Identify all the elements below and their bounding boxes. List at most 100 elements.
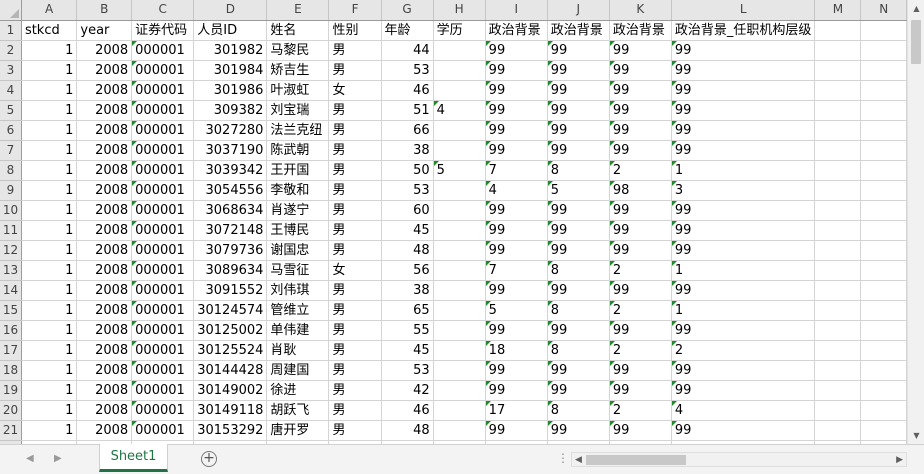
cell[interactable]: 2 <box>609 400 672 421</box>
row-header[interactable]: 19 <box>0 380 22 401</box>
cell[interactable]: 肖遂宁 <box>266 200 330 221</box>
cell[interactable]: 1 <box>21 400 78 421</box>
cell[interactable]: 3027280 <box>193 120 268 141</box>
cell[interactable]: 99 <box>485 200 548 221</box>
cell[interactable]: 99 <box>609 320 672 341</box>
row-header[interactable]: 13 <box>0 260 22 281</box>
cell[interactable]: 30149118 <box>193 400 268 421</box>
cell[interactable]: 99 <box>485 60 548 81</box>
cell[interactable] <box>860 40 907 61</box>
cell[interactable]: 1 <box>21 160 78 181</box>
cell[interactable] <box>860 80 907 101</box>
cell[interactable] <box>814 60 862 81</box>
cell[interactable]: 99 <box>547 420 610 441</box>
cell[interactable]: 98 <box>609 180 672 201</box>
row-header[interactable]: 9 <box>0 180 22 201</box>
cell[interactable] <box>814 100 862 121</box>
cell[interactable] <box>814 380 862 401</box>
cell[interactable]: 男 <box>328 400 382 421</box>
cell[interactable]: 99 <box>609 200 672 221</box>
cell[interactable]: 99 <box>671 280 816 301</box>
cell[interactable]: 4 <box>433 100 486 121</box>
cell[interactable] <box>814 200 862 221</box>
cell[interactable]: 刘宝瑞 <box>266 100 330 121</box>
cell[interactable]: 99 <box>609 100 672 121</box>
cell[interactable] <box>814 360 862 381</box>
header-cell[interactable]: 证券代码 <box>131 20 195 41</box>
cell[interactable]: 53 <box>381 180 434 201</box>
cell[interactable]: 马雪征 <box>266 260 330 281</box>
cell[interactable]: 2008 <box>76 100 133 121</box>
cell[interactable]: 4 <box>485 180 548 201</box>
cell[interactable]: 2 <box>671 340 816 361</box>
cell[interactable]: 42 <box>381 380 434 401</box>
cell[interactable] <box>814 80 862 101</box>
cell[interactable]: 99 <box>485 280 548 301</box>
scroll-down-arrow-icon[interactable]: ▼ <box>908 427 924 444</box>
header-cell[interactable]: 学历 <box>433 20 486 41</box>
cell[interactable]: 50 <box>381 160 434 181</box>
cell[interactable]: 2008 <box>76 400 133 421</box>
cell[interactable]: 99 <box>547 140 610 161</box>
cell[interactable]: 男 <box>328 220 382 241</box>
cell[interactable]: 66 <box>381 120 434 141</box>
row-header[interactable]: 12 <box>0 240 22 261</box>
row-header[interactable]: 5 <box>0 100 22 121</box>
cell[interactable]: 1 <box>21 280 78 301</box>
cell[interactable]: 2008 <box>76 240 133 261</box>
column-header-i[interactable]: I <box>485 0 548 21</box>
cell[interactable]: 44 <box>381 40 434 61</box>
cell[interactable]: 301986 <box>193 80 268 101</box>
cell[interactable]: 38 <box>381 280 434 301</box>
header-cell[interactable]: 年龄 <box>381 20 434 41</box>
cell[interactable]: 30124574 <box>193 300 268 321</box>
cell[interactable]: 1 <box>21 360 78 381</box>
cell[interactable]: 肖耿 <box>266 340 330 361</box>
cell[interactable]: 叶淑虹 <box>266 80 330 101</box>
cell[interactable]: 000001 <box>131 380 195 401</box>
cell[interactable] <box>814 160 862 181</box>
cell[interactable]: 30125524 <box>193 340 268 361</box>
cell[interactable]: 马黎民 <box>266 40 330 61</box>
cell[interactable]: 女 <box>328 260 382 281</box>
cell[interactable] <box>860 60 907 81</box>
cell[interactable]: 7 <box>485 160 548 181</box>
cell[interactable] <box>860 260 907 281</box>
cell[interactable] <box>814 220 862 241</box>
cell[interactable]: 99 <box>609 280 672 301</box>
column-header-g[interactable]: G <box>381 0 434 21</box>
tab-sheet1[interactable]: Sheet1 <box>99 444 168 472</box>
cell[interactable]: 99 <box>671 120 816 141</box>
cell[interactable]: 1 <box>21 220 78 241</box>
cell[interactable]: 徐进 <box>266 380 330 401</box>
cell[interactable]: 99 <box>547 40 610 61</box>
cell[interactable]: 男 <box>328 140 382 161</box>
cell[interactable]: 2008 <box>76 120 133 141</box>
cell[interactable] <box>433 220 486 241</box>
cell[interactable] <box>860 160 907 181</box>
cell[interactable]: 周建国 <box>266 360 330 381</box>
cell[interactable]: 000001 <box>131 60 195 81</box>
cell[interactable] <box>814 420 862 441</box>
scroll-right-arrow-icon[interactable]: ▶ <box>896 453 903 467</box>
cell[interactable]: 99 <box>671 140 816 161</box>
cell[interactable] <box>860 220 907 241</box>
cell[interactable]: 99 <box>609 40 672 61</box>
cell[interactable]: 2008 <box>76 80 133 101</box>
cell[interactable]: 000001 <box>131 140 195 161</box>
row-header[interactable]: 11 <box>0 220 22 241</box>
header-cell[interactable] <box>814 20 862 41</box>
cell[interactable]: 000001 <box>131 40 195 61</box>
cell[interactable]: 2008 <box>76 220 133 241</box>
cell[interactable] <box>860 300 907 321</box>
cell[interactable]: 1 <box>21 240 78 261</box>
cell[interactable]: 男 <box>328 360 382 381</box>
row-header[interactable]: 16 <box>0 320 22 341</box>
header-cell[interactable]: 人员ID <box>193 20 268 41</box>
cell[interactable]: 1 <box>21 140 78 161</box>
cell[interactable]: 000001 <box>131 200 195 221</box>
cell[interactable]: 8 <box>547 340 610 361</box>
cell[interactable] <box>433 240 486 261</box>
next-sheet-arrow-icon[interactable]: ▶ <box>54 453 62 464</box>
cell[interactable]: 1 <box>21 180 78 201</box>
